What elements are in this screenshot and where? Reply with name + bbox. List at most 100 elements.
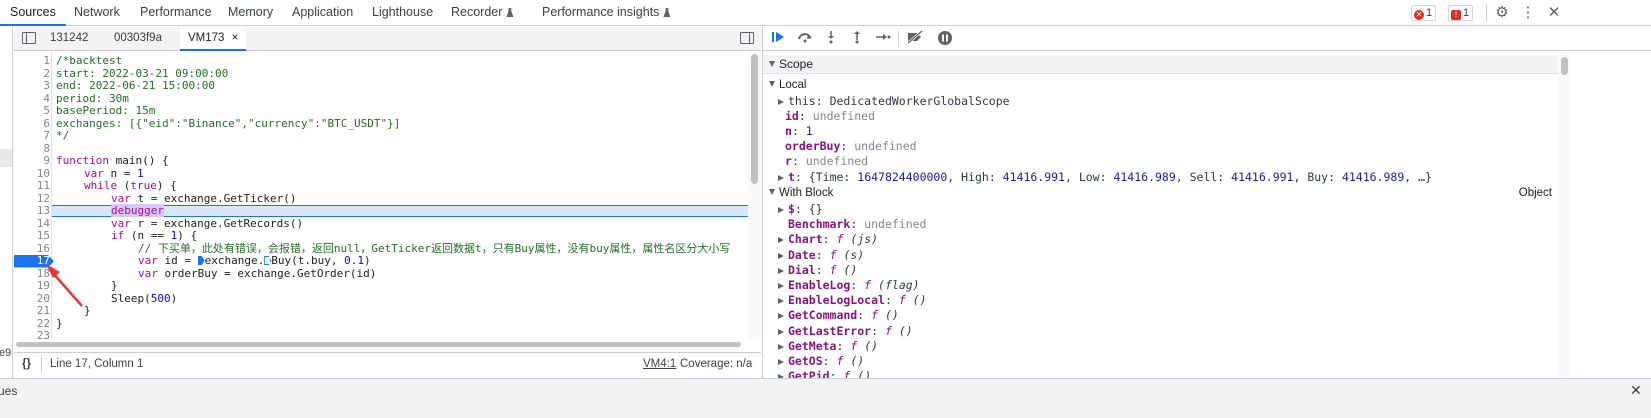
- line-number[interactable]: 9: [14, 154, 50, 168]
- debugger-toolbar: [763, 27, 1651, 51]
- property-name: EnableLog: [788, 278, 851, 292]
- object-preview: , Buy:: [1293, 170, 1342, 184]
- separator: [41, 356, 42, 372]
- function-args: (): [884, 308, 899, 323]
- keyword: function: [56, 154, 109, 167]
- scope-row-enableloglocal[interactable]: EnableLogLocal: f (): [763, 293, 1558, 308]
- scope-row-getlasterror[interactable]: GetLastError: f (): [763, 324, 1558, 339]
- scope-row-benchmark[interactable]: Benchmark: undefined: [763, 217, 1558, 232]
- function-args: (js): [850, 232, 879, 247]
- deactivate-breakpoints-icon[interactable]: [906, 30, 924, 48]
- keyword: var: [111, 191, 131, 205]
- pretty-print-button[interactable]: {}: [22, 358, 31, 370]
- line-number[interactable]: 13: [14, 204, 50, 218]
- tab-network[interactable]: Network: [74, 0, 120, 26]
- drawer-tab-issues[interactable]: ues: [0, 384, 17, 398]
- step-over-icon[interactable]: [796, 30, 814, 48]
- property-value: DedicatedWorkerGlobalScope: [829, 94, 1010, 108]
- error-count-badge[interactable]: ✕ 1: [1411, 5, 1437, 21]
- separator: [1486, 5, 1487, 21]
- comment-text: start: 2022-03-21 09:00:00: [56, 66, 229, 80]
- line-number[interactable]: 3: [14, 79, 50, 93]
- scope-row-getos[interactable]: GetOS: f (): [763, 354, 1558, 369]
- close-tab-icon[interactable]: ×: [232, 32, 239, 44]
- tab-performance[interactable]: Performance: [140, 0, 212, 26]
- pause-on-exceptions-icon[interactable]: [936, 30, 954, 48]
- gear-icon[interactable]: ⚙: [1493, 4, 1511, 22]
- scope-row-id[interactable]: id: undefined: [763, 109, 1558, 124]
- line-number[interactable]: 21: [14, 304, 50, 318]
- tab-lighthouse[interactable]: Lighthouse: [372, 0, 433, 26]
- tab-sources[interactable]: Sources: [0, 0, 66, 26]
- close-devtools-icon[interactable]: ✕: [1545, 4, 1563, 22]
- function-marker: f: [829, 247, 837, 262]
- editor-vertical-scrollbar[interactable]: [748, 52, 761, 339]
- local-scope-header[interactable]: Local: [763, 78, 1558, 93]
- step-out-icon[interactable]: [848, 30, 866, 48]
- scrollbar-thumb[interactable]: [16, 342, 741, 347]
- scope-section-header[interactable]: Scope: [763, 55, 1558, 74]
- code-text: }: [84, 304, 91, 317]
- scrollbar-thumb[interactable]: [1561, 57, 1568, 75]
- breakpoint-line-number[interactable]: 17: [14, 255, 54, 268]
- property-name: t: [788, 170, 795, 184]
- line-number[interactable]: 5: [14, 104, 50, 118]
- scope-row-getcommand[interactable]: GetCommand: f (): [763, 308, 1558, 323]
- tab-performance-insights[interactable]: Performance insights: [542, 0, 671, 26]
- file-tab-131242[interactable]: 131242: [42, 27, 96, 51]
- toggle-navigator-icon[interactable]: [22, 32, 36, 44]
- line-number[interactable]: 19: [14, 279, 50, 293]
- scope-row-n[interactable]: n: 1: [763, 124, 1558, 139]
- tab-memory[interactable]: Memory: [228, 0, 273, 26]
- scope-row-orderbuy[interactable]: orderBuy: undefined: [763, 139, 1558, 154]
- line-number[interactable]: 16: [14, 242, 50, 256]
- scope-row-date[interactable]: Date: f (s): [763, 248, 1558, 263]
- scope-row-enablelog[interactable]: EnableLog: f (flag): [763, 278, 1558, 293]
- value-high: 41416.991: [1002, 170, 1065, 184]
- scope-row-dial[interactable]: Dial: f (): [763, 263, 1558, 278]
- scope-row-this[interactable]: this: DedicatedWorkerGlobalScope: [763, 94, 1558, 109]
- tab-label: Lighthouse: [372, 5, 434, 19]
- with-block-scope-header[interactable]: With Block Object: [763, 186, 1558, 201]
- code-line-7: */: [56, 129, 69, 143]
- scope-vertical-scrollbar[interactable]: [1558, 55, 1571, 378]
- code-editor[interactable]: 1 2 3 4 5 6 7 8 9 10 11 12 13 14 15 16 17 18 19 20 21 22 23 /*…: [14, 52, 761, 339]
- line-number[interactable]: 23: [14, 329, 50, 339]
- scope-row-[interactable]: $: {}: [763, 202, 1558, 217]
- scope-row-r[interactable]: r: undefined: [763, 154, 1558, 169]
- tab-recorder[interactable]: Recorder: [451, 0, 514, 26]
- function-args: (): [850, 354, 865, 368]
- file-tab-label: VM173: [188, 32, 225, 44]
- issues-count-badge[interactable]: ! 1: [1448, 5, 1474, 21]
- toggle-debugger-icon[interactable]: [740, 32, 754, 44]
- line-number[interactable]: 7: [14, 129, 50, 143]
- function-marker: f: [829, 262, 837, 277]
- code-text: main() {: [108, 154, 169, 167]
- error-count: 1: [1426, 7, 1433, 19]
- comment-text: basePeriod: 15m: [56, 104, 156, 117]
- tab-application[interactable]: Application: [292, 0, 353, 26]
- close-drawer-icon[interactable]: ✕: [1630, 382, 1642, 399]
- line-number[interactable]: 1: [14, 54, 50, 68]
- editor-horizontal-scrollbar[interactable]: [14, 340, 761, 349]
- inline-breakpoint-icon[interactable]: [197, 256, 205, 265]
- file-tab-00303f9a[interactable]: 00303f9a: [106, 27, 170, 51]
- step-icon[interactable]: [874, 30, 892, 48]
- line-number[interactable]: 15: [14, 229, 50, 243]
- function-marker: f: [898, 293, 906, 308]
- collapse-triangle-icon: [778, 207, 784, 213]
- source-link[interactable]: VM4:1: [643, 358, 676, 370]
- scope-row-chart[interactable]: Chart: f (js): [763, 232, 1558, 247]
- step-into-icon[interactable]: [822, 30, 840, 48]
- scope-row-getmeta[interactable]: GetMeta: f (): [763, 339, 1558, 354]
- flask-icon: [506, 8, 514, 17]
- scope-row-t[interactable]: t: {Time: 1647824400000, High: 41416.991…: [763, 170, 1558, 185]
- line-number[interactable]: 11: [14, 179, 50, 193]
- scrollbar-thumb[interactable]: [751, 54, 758, 184]
- expand-triangle-icon: [769, 189, 775, 195]
- resume-icon[interactable]: [770, 30, 788, 48]
- code-text: orderBuy = exchange.GetOrder(id): [157, 266, 377, 280]
- property-name: EnableLogLocal: [788, 293, 885, 308]
- more-options-icon[interactable]: ⋮: [1519, 4, 1537, 22]
- file-tab-vm173[interactable]: VM173 ×: [180, 27, 247, 51]
